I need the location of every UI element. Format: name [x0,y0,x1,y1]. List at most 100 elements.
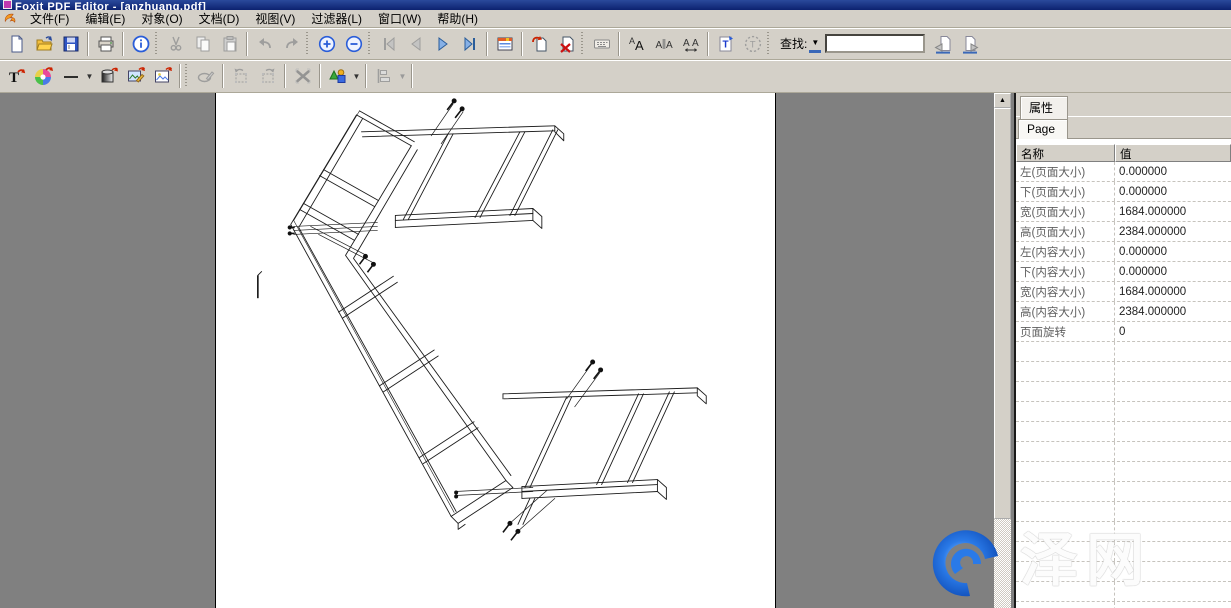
insert-image-button[interactable] [149,63,176,90]
property-row[interactable] [1016,402,1231,422]
property-value[interactable]: 0.000000 [1115,186,1231,198]
rotate-left-button[interactable] [227,63,254,90]
last-page-button[interactable] [456,30,483,57]
edit-image-button[interactable] [122,63,149,90]
property-row[interactable] [1016,482,1231,502]
rotate-right-button[interactable] [254,63,281,90]
property-value[interactable]: 1684.000000 [1115,206,1231,218]
text-mode-button[interactable]: T [739,30,766,57]
line-style-button[interactable] [57,63,84,90]
scrollbar-track[interactable] [994,519,1011,608]
property-value[interactable]: 1684.000000 [1115,286,1231,298]
property-row[interactable] [1016,542,1231,562]
property-row[interactable] [1016,382,1231,402]
shapes-3d-button[interactable] [324,63,351,90]
menu-item[interactable]: 窗口(W) [370,9,429,28]
align-dropdown[interactable]: ▼ [397,72,408,81]
font-spacing-button[interactable]: AA [650,30,677,57]
add-text-button[interactable]: T [3,63,30,90]
menu-item[interactable]: 文档(D) [191,9,248,28]
insert-page-button[interactable] [526,30,553,57]
menu-item[interactable]: 视图(V) [247,9,303,28]
first-page-button[interactable] [375,30,402,57]
property-row[interactable]: 下(页面大小)0.000000 [1016,182,1231,202]
menu-item[interactable]: 过滤器(L) [303,9,370,28]
menu-item[interactable]: 对象(O) [133,9,190,28]
document-page[interactable] [215,93,776,608]
keyboard-button[interactable] [588,30,615,57]
property-row[interactable] [1016,522,1231,542]
property-row[interactable] [1016,442,1231,462]
find-next-button[interactable] [956,30,983,57]
toolbar-grip[interactable] [368,32,372,56]
column-header-name[interactable]: 名称 [1016,144,1115,162]
insert-text-button[interactable]: T [712,30,739,57]
property-value[interactable]: 0 [1115,326,1231,338]
zoom-out-button[interactable] [340,30,367,57]
undo-button[interactable] [251,30,278,57]
property-row[interactable]: 高(页面大小)2384.000000 [1016,222,1231,242]
color-picker-button[interactable] [30,63,57,90]
line-style-dropdown[interactable]: ▼ [84,72,95,81]
redo-button[interactable] [278,30,305,57]
toolbar-grip[interactable] [306,32,310,56]
align-button[interactable] [370,63,397,90]
font-embed-button[interactable]: AA [623,30,650,57]
save-button[interactable] [57,30,84,57]
delete-page-button[interactable] [553,30,580,57]
property-row[interactable] [1016,362,1231,382]
copy-button[interactable] [189,30,216,57]
property-value[interactable]: 0.000000 [1115,266,1231,278]
property-row[interactable]: 页面旋转0 [1016,322,1231,342]
prev-page-button[interactable] [402,30,429,57]
toolbar-grip[interactable] [581,32,585,56]
toolbar-grip[interactable] [767,32,771,56]
property-row[interactable] [1016,582,1231,602]
tab-page[interactable]: Page [1018,119,1068,139]
property-row[interactable] [1016,462,1231,482]
vertical-scrollbar[interactable]: ▲ [994,93,1011,608]
page-setup-button[interactable] [491,30,518,57]
property-value[interactable]: 0.000000 [1115,166,1231,178]
property-row[interactable]: 左(页面大小)0.000000 [1016,162,1231,182]
font-width-button[interactable]: AA [677,30,704,57]
gradient-cylinder-icon [99,66,119,86]
property-row[interactable] [1016,502,1231,522]
property-row[interactable]: 高(内容大小)2384.000000 [1016,302,1231,322]
edit-shape-button[interactable] [192,63,219,90]
about-button[interactable] [127,30,154,57]
property-row[interactable] [1016,562,1231,582]
property-row[interactable]: 下(内容大小)0.000000 [1016,262,1231,282]
new-button[interactable] [3,30,30,57]
menu-item[interactable]: 编辑(E) [77,9,133,28]
shapes-3d-dropdown[interactable]: ▼ [351,72,362,81]
property-value[interactable]: 0.000000 [1115,246,1231,258]
next-page-button[interactable] [429,30,456,57]
menu-item[interactable]: 帮助(H) [429,9,486,28]
property-row[interactable]: 左(内容大小)0.000000 [1016,242,1231,262]
property-row[interactable]: 宽(页面大小)1684.000000 [1016,202,1231,222]
find-input[interactable] [825,34,925,53]
open-button[interactable] [30,30,57,57]
zoom-in-button[interactable] [313,30,340,57]
toolbar-grip[interactable] [155,32,159,56]
fill-gradient-button[interactable] [95,63,122,90]
property-row[interactable]: 宽(内容大小)1684.000000 [1016,282,1231,302]
scroll-up-button[interactable]: ▲ [994,93,1011,108]
paste-button[interactable] [216,30,243,57]
find-toolbar: 查找: ▼ [776,30,983,57]
find-prev-button[interactable] [929,30,956,57]
property-value[interactable]: 2384.000000 [1115,226,1231,238]
scrollbar-thumb[interactable] [994,108,1011,519]
menu-item[interactable]: 文件(F) [22,9,77,28]
property-row[interactable] [1016,422,1231,442]
print-button[interactable] [92,30,119,57]
property-value[interactable]: 2384.000000 [1115,306,1231,318]
find-history-dropdown[interactable]: ▼ [809,35,821,53]
delete-object-button[interactable] [289,63,316,90]
property-row[interactable] [1016,602,1231,608]
cut-button[interactable] [162,30,189,57]
property-row[interactable] [1016,342,1231,362]
toolbar-grip[interactable] [185,64,189,88]
column-header-value[interactable]: 值 [1115,144,1231,162]
